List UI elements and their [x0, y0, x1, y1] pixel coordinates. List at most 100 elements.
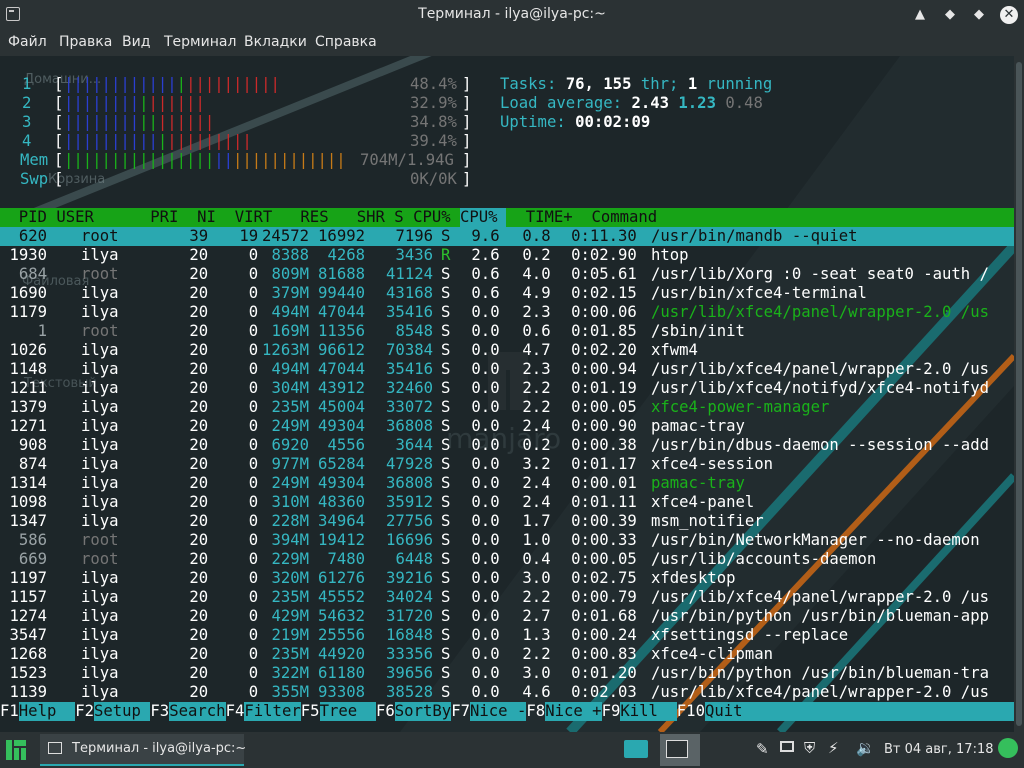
process-cpu: 2.6: [471, 246, 500, 264]
process-pid: 1271: [9, 417, 47, 435]
process-nice: 0: [248, 246, 259, 264]
fkey-f5[interactable]: F5: [301, 702, 320, 721]
minimize-button[interactable]: ▲: [910, 5, 930, 25]
process-res: 49304: [318, 474, 365, 492]
process-state: S: [441, 493, 451, 511]
clock[interactable]: Вт 04 авг, 17:18: [884, 742, 993, 757]
shield-icon[interactable]: ⛨: [804, 739, 815, 757]
fkey-f8[interactable]: F8: [526, 702, 545, 721]
process-shr: 38528: [386, 683, 433, 701]
process-pid: 1157: [9, 588, 47, 606]
process-res: 4268: [327, 246, 365, 264]
process-priority: 20: [189, 607, 209, 625]
files-icon[interactable]: [624, 740, 648, 758]
process-priority: 20: [189, 664, 209, 682]
power-icon[interactable]: ⚡: [828, 739, 839, 757]
terminal-view[interactable]: Домашни... Корзина Файловая Текстовый ma…: [0, 56, 1014, 732]
process-res: 65284: [318, 455, 365, 473]
manjaro-menu-icon[interactable]: [4, 737, 28, 763]
fkey-label-f2[interactable]: Setup: [94, 702, 151, 721]
process-user: root: [81, 265, 119, 283]
process-virt: 249M: [271, 474, 309, 492]
process-cpu: 0.0: [471, 417, 500, 435]
process-nice: 0: [248, 531, 259, 549]
session-icon[interactable]: [998, 738, 1018, 758]
process-shr: 6448: [395, 550, 433, 568]
process-res: 93308: [318, 683, 365, 701]
fkey-f4[interactable]: F4: [226, 702, 245, 721]
terminal-launcher-icon[interactable]: [660, 734, 700, 766]
process-nice: 0: [248, 360, 259, 378]
process-time: 0:05.61: [571, 265, 637, 283]
menu-help[interactable]: Справка: [315, 34, 377, 50]
process-virt: 1263M: [262, 341, 309, 359]
process-cpu: 0.0: [471, 550, 500, 568]
process-pid: 1274: [9, 607, 47, 625]
fkey-f2[interactable]: F2: [75, 702, 94, 721]
process-res: 4556: [327, 436, 365, 454]
process-res: 19412: [318, 531, 365, 549]
fkey-label-f1[interactable]: Help: [18, 702, 76, 721]
fkey-f9[interactable]: F9: [602, 702, 621, 721]
fkey-f10[interactable]: F10: [677, 702, 705, 721]
process-state: S: [441, 512, 451, 530]
process-user: ilya: [81, 284, 119, 302]
process-priority: 20: [189, 341, 209, 359]
process-time: 0:02.20: [571, 341, 637, 359]
process-mem: 1.7: [522, 512, 551, 530]
process-pid: 1026: [9, 341, 47, 359]
fkey-label-f8[interactable]: Nice +: [545, 702, 602, 721]
menu-view[interactable]: Вид: [122, 34, 150, 50]
process-res: 25556: [318, 626, 365, 644]
fkey-f7[interactable]: F7: [451, 702, 470, 721]
fkey-label-f5[interactable]: Tree: [319, 702, 376, 721]
process-command: xfce4-power-manager: [651, 398, 830, 416]
process-cpu: 0.0: [471, 607, 500, 625]
fkey-label-f6[interactable]: SortBy: [394, 702, 452, 721]
process-pid: 669: [18, 550, 47, 568]
process-res: 45004: [318, 398, 365, 416]
process-time: 0:00.38: [571, 436, 637, 454]
process-shr: 3644: [395, 436, 433, 454]
maximize-button[interactable]: ◆: [940, 5, 960, 25]
terminal-scrollbar[interactable]: [1014, 56, 1024, 732]
process-shr: 36808: [386, 417, 433, 435]
volume-icon[interactable]: 🔉: [856, 739, 875, 757]
clipboard-icon[interactable]: [780, 741, 794, 752]
process-pid: 1930: [9, 246, 47, 264]
fkey-label-f4[interactable]: Filter: [244, 702, 301, 721]
process-user: root: [81, 531, 119, 549]
fkey-label-f9[interactable]: Kill: [620, 702, 677, 721]
process-table-header[interactable]: PID USER PRI NI VIRT RES SHR S CPU% MEM%…: [0, 208, 1014, 227]
process-priority: 20: [189, 683, 209, 701]
process-nice: 0: [248, 588, 259, 606]
process-nice: 0: [248, 569, 259, 587]
close-button[interactable]: ✕: [1000, 6, 1018, 24]
process-shr: 16696: [386, 531, 433, 549]
fkey-label-f7[interactable]: Nice -: [470, 702, 527, 721]
menu-terminal[interactable]: Терминал: [164, 34, 236, 50]
fkey-label-f3[interactable]: Search: [169, 702, 226, 721]
fkey-f1[interactable]: F1: [0, 702, 19, 721]
process-priority: 20: [189, 626, 209, 644]
process-priority: 20: [189, 322, 209, 340]
process-virt: 24572: [262, 227, 309, 245]
fkey-label-f10[interactable]: Quit: [705, 702, 1014, 721]
process-priority: 39: [189, 227, 209, 245]
process-virt: 355M: [271, 683, 309, 701]
process-priority: 20: [189, 284, 209, 302]
restore-button[interactable]: ◆: [969, 5, 989, 25]
process-state: S: [441, 531, 451, 549]
menu-edit[interactable]: Правка: [59, 34, 112, 50]
process-nice: 0: [248, 284, 259, 302]
menu-tabs[interactable]: Вкладки: [244, 34, 307, 50]
window-title: Терминал - ilya@ilya-pc:~: [418, 6, 606, 22]
menu-file[interactable]: Файл: [8, 34, 47, 50]
tasks-summary: Tasks: 76, 155 thr; 1 running: [500, 75, 773, 93]
paperclip-icon[interactable]: ✎: [756, 740, 769, 758]
process-res: 44920: [318, 645, 365, 663]
scrollbar-thumb[interactable]: [1016, 62, 1022, 726]
fkey-f3[interactable]: F3: [150, 702, 169, 721]
process-mem: 0.8: [522, 227, 551, 245]
fkey-f6[interactable]: F6: [376, 702, 395, 721]
